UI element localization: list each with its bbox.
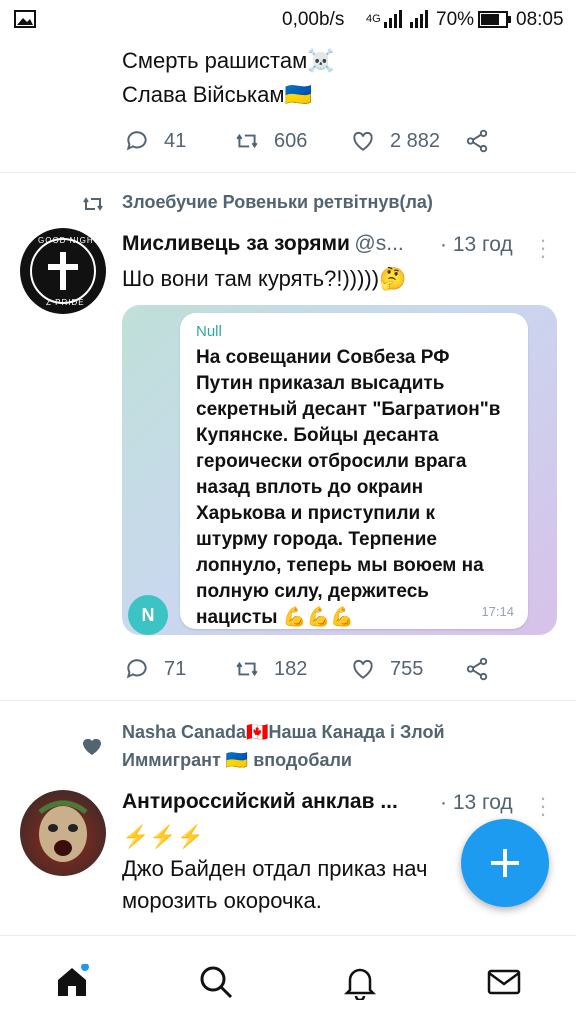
notification-dot (81, 964, 89, 971)
signal-icon (384, 10, 428, 28)
status-bar: 0,00b/s 4G 70% 08:05 (0, 0, 576, 38)
battery-icon (478, 11, 511, 28)
tweet-time: · 13 год (440, 791, 513, 814)
divider (0, 172, 576, 173)
tweet-text-line: Джо Байден отдал приказ нач (122, 856, 428, 881)
like-button[interactable]: 755 (350, 656, 423, 682)
reply-count: 71 (164, 657, 187, 680)
gallery-notification-icon (14, 10, 36, 28)
clock: 08:05 (516, 9, 564, 30)
author-name[interactable]: Антироссийский анклав ... (122, 790, 398, 813)
retweet-count: 182 (274, 657, 308, 680)
tweet-text-line: Слава Військам🇺🇦 (122, 82, 312, 107)
more-options-icon[interactable]: · · · (538, 229, 548, 267)
author-handle[interactable]: @s... (354, 232, 403, 255)
more-options-icon[interactable]: · · · (538, 787, 548, 825)
messages-mail-icon[interactable] (486, 964, 522, 1000)
reply-button[interactable]: 41 (124, 128, 186, 154)
divider (0, 700, 576, 701)
tweet-text-line: Смерть рашистам☠️ (122, 48, 335, 73)
tweet-time: · 13 год (440, 233, 513, 256)
network-speed: 0,00b/s (282, 9, 345, 30)
reply-icon (126, 659, 147, 679)
liked-by-label[interactable]: Nasha Canada🇨🇦Наша Канада і Злой (122, 722, 445, 743)
share-icon[interactable] (464, 128, 490, 154)
avatar-face-icon (38, 800, 88, 862)
heart-icon (353, 659, 373, 679)
retweeted-by-label[interactable]: Злоебучие Ровеньки ретвітнув(ла) (122, 192, 433, 213)
retweet-icon (236, 133, 258, 149)
plus-icon (491, 849, 519, 877)
chat-time: 17:14 (481, 604, 514, 619)
heart-icon (353, 131, 373, 151)
search-icon[interactable] (198, 964, 234, 1000)
retweet-indicator-icon (83, 197, 103, 211)
retweet-button[interactable]: 606 (234, 128, 307, 154)
tweet-media-image[interactable]: Null На совещании Совбеза РФ Путин прика… (122, 305, 557, 635)
avatar[interactable]: GOOD NIGHT Z PRIDE (20, 228, 106, 314)
tweet-header: Мисливець за зорями @s... (122, 232, 404, 256)
chat-sender: Null (196, 323, 222, 340)
chat-avatar-badge: N (128, 595, 168, 635)
reply-button[interactable]: 71 (124, 656, 186, 682)
reply-icon (126, 131, 147, 151)
network-type: 4G (366, 13, 381, 25)
author-name[interactable]: Мисливець за зорями (122, 232, 350, 255)
battery-percent: 70% (436, 9, 475, 30)
tweet-text-line: морозить окорочка. (122, 888, 322, 913)
tweet-text-line: ⚡⚡⚡ (122, 824, 205, 849)
chat-message: На совещании Совбеза РФ Путин приказал в… (196, 347, 501, 628)
like-button[interactable]: 2 882 (350, 128, 440, 154)
tweet-text: Шо вони там курять?!)))))🤔 (122, 266, 407, 291)
notifications-bell-icon[interactable] (342, 964, 378, 1000)
share-icon[interactable] (464, 656, 490, 682)
compose-tweet-button[interactable] (461, 819, 549, 907)
avatar-caption: Z PRIDE (46, 298, 85, 307)
avatar[interactable] (20, 790, 106, 876)
retweet-icon (236, 661, 258, 677)
bottom-nav (0, 935, 576, 1025)
like-count: 755 (390, 657, 424, 680)
like-count: 2 882 (390, 129, 441, 152)
home-icon[interactable] (54, 964, 90, 1000)
liked-indicator-heart-icon (83, 738, 101, 755)
liked-by-label[interactable]: Иммигрант 🇺🇦 вподобали (122, 750, 352, 771)
retweet-button[interactable]: 182 (234, 656, 307, 682)
chat-bubble: Null На совещании Совбеза РФ Путин прика… (180, 313, 528, 629)
reply-count: 41 (164, 129, 187, 152)
tweet-header: Антироссийский анклав ... (122, 790, 398, 814)
retweet-count: 606 (274, 129, 308, 152)
avatar-caption: GOOD NIGHT (38, 236, 100, 245)
